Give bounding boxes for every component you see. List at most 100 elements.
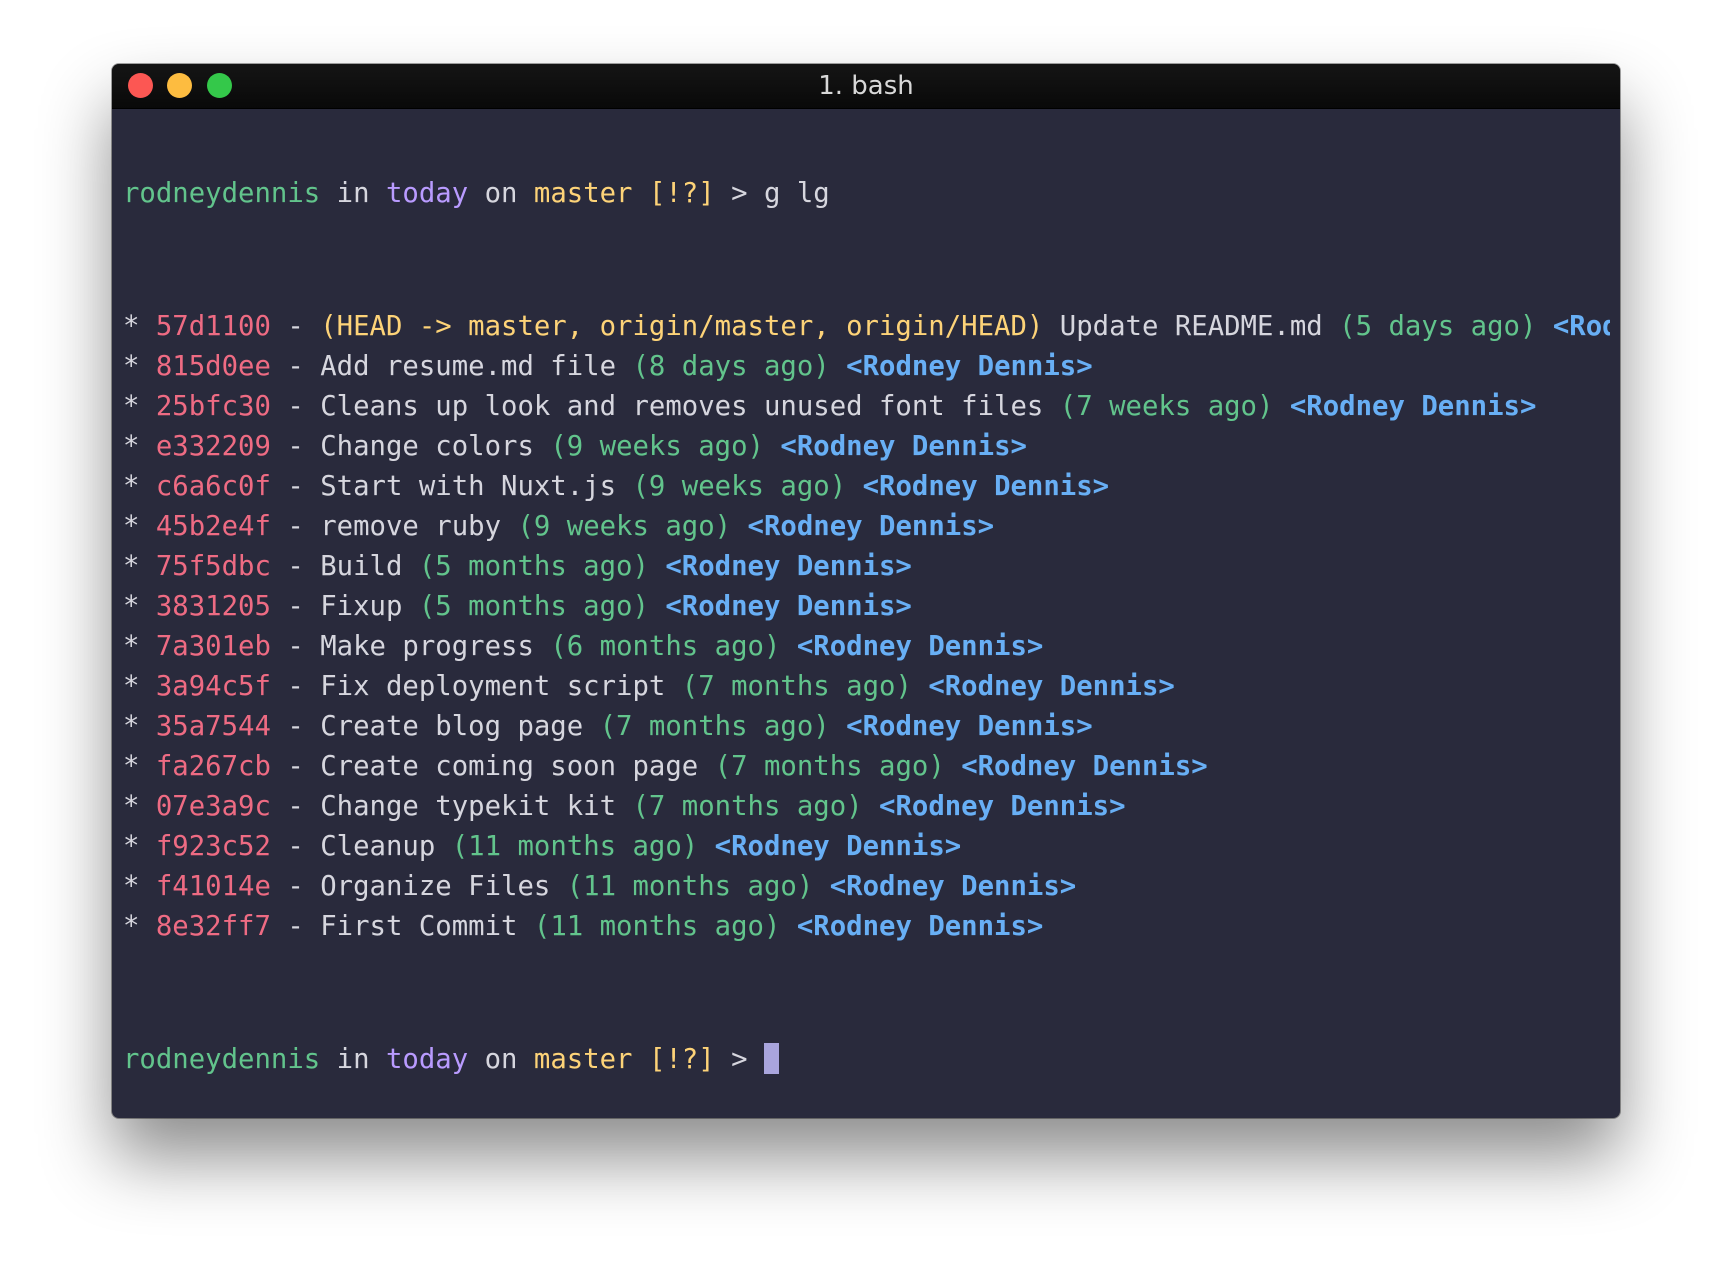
commit-date: (9 weeks ago) (550, 431, 764, 462)
commit-date: (5 months ago) (418, 591, 649, 622)
prompt-symbol: > (731, 1044, 748, 1075)
commit-hash: 815d0ee (155, 351, 271, 382)
commit-line: * f41014e - Organize Files (11 months ag… (123, 867, 1610, 907)
commit-author: <Rodney Dennis> (846, 351, 1093, 382)
commit-date: (7 months ago) (599, 711, 830, 742)
commit-hash: c6a6c0f (155, 471, 271, 502)
commit-bullet: * (123, 671, 140, 702)
commit-author: <Rodney Dennis> (879, 791, 1126, 822)
commit-date: (9 weeks ago) (632, 471, 847, 502)
commit-date: (7 weeks ago) (1059, 391, 1274, 422)
commit-separator: - (287, 351, 304, 382)
prompt-on: on (484, 1044, 518, 1075)
commit-hash: 07e3a9c (155, 791, 271, 822)
commit-separator: - (287, 751, 304, 782)
commit-date: (5 days ago) (1339, 311, 1537, 342)
commit-message: Organize Files (320, 871, 551, 902)
commit-bullet: * (123, 311, 140, 342)
commit-bullet: * (123, 351, 140, 382)
prompt-git-status: [!?] (648, 178, 715, 209)
commit-line: * c6a6c0f - Start with Nuxt.js (9 weeks … (123, 467, 1610, 507)
commit-line: * 57d1100 - (HEAD -> master, origin/mast… (123, 307, 1610, 347)
title-bar[interactable]: 1. bash (112, 64, 1620, 109)
commit-bullet: * (123, 391, 140, 422)
commit-line: * f923c52 - Cleanup (11 months ago) <Rod… (123, 827, 1610, 867)
commit-message: Cleans up look and removes unused font f… (320, 391, 1044, 422)
commit-separator: - (287, 671, 304, 702)
commit-line: * 7a301eb - Make progress (6 months ago)… (123, 627, 1610, 667)
commit-message: Create blog page (320, 711, 584, 742)
commit-hash: 35a7544 (155, 711, 271, 742)
commit-author: <Rodney Dennis> (796, 911, 1044, 942)
text-cursor[interactable] (764, 1043, 779, 1074)
commit-line: * 25bfc30 - Cleans up look and removes u… (123, 387, 1610, 427)
git-log-output: * 57d1100 - (HEAD -> master, origin/mast… (123, 307, 1610, 947)
commit-author: <Rodney Dennis> (665, 591, 912, 622)
commit-separator: - (287, 791, 304, 822)
prompt-git-status: [!?] (648, 1044, 715, 1075)
commit-separator: - (287, 631, 304, 662)
commit-date: (8 days ago) (632, 351, 830, 382)
commit-date: (5 months ago) (418, 551, 649, 582)
commit-message: remove ruby (320, 511, 502, 542)
commit-line: * 75f5dbc - Build (5 months ago) <Rodney… (123, 547, 1610, 587)
command-prompt-line: rodneydennis in today on master [!?] > g… (123, 174, 1610, 214)
commit-bullet: * (123, 631, 140, 662)
commit-date: (11 months ago) (566, 871, 814, 902)
commit-author: <Rodney Dennis> (846, 711, 1093, 742)
commit-hash: 57d1100 (155, 311, 271, 342)
prompt-directory: today (385, 178, 469, 209)
commit-line: * e332209 - Change colors (9 weeks ago) … (123, 427, 1610, 467)
commit-line: * fa267cb - Create coming soon page (7 m… (123, 747, 1610, 787)
commit-message: Add resume.md file (320, 351, 617, 382)
prompt-user: rodneydennis (123, 178, 321, 209)
commit-message: Change colors (320, 431, 534, 462)
prompt-directory: today (385, 1044, 469, 1075)
terminal-output[interactable]: rodneydennis in today on master [!?] > g… (123, 112, 1610, 1118)
commit-message: Fix deployment script (320, 671, 666, 702)
commit-bullet: * (123, 831, 140, 862)
commit-separator: - (287, 311, 304, 342)
commit-message: First Commit (320, 911, 518, 942)
commit-message: Update README.md (1059, 311, 1323, 342)
commit-separator: - (287, 431, 304, 462)
commit-bullet: * (123, 711, 140, 742)
commit-bullet: * (123, 551, 140, 582)
prompt-in: in (336, 178, 370, 209)
commit-separator: - (287, 511, 304, 542)
commit-hash: 25bfc30 (155, 391, 271, 422)
prompt-user: rodneydennis (123, 1044, 321, 1075)
commit-separator: - (287, 391, 304, 422)
commit-author: <Rodney Dennis> (928, 671, 1175, 702)
commit-bullet: * (123, 751, 140, 782)
commit-bullet: * (123, 871, 140, 902)
commit-separator: - (287, 591, 304, 622)
commit-author: <Rodney Dennis> (829, 871, 1077, 902)
active-prompt-line[interactable]: rodneydennis in today on master [!?] > (123, 1040, 1610, 1080)
prompt-command: g lg (764, 178, 830, 209)
prompt-in: in (336, 1044, 370, 1075)
commit-date: (9 weeks ago) (517, 511, 732, 542)
window-title: 1. bash (818, 71, 914, 101)
commit-hash: 7a301eb (155, 631, 271, 662)
commit-hash: 75f5dbc (155, 551, 271, 582)
commit-author: <Rodney Dennis> (796, 631, 1044, 662)
commit-bullet: * (123, 511, 140, 542)
commit-bullet: * (123, 591, 140, 622)
commit-bullet: * (123, 471, 140, 502)
commit-separator: - (287, 831, 304, 862)
commit-separator: - (287, 871, 304, 902)
commit-line: * 3a94c5f - Fix deployment script (7 mon… (123, 667, 1610, 707)
terminal-window: 1. bash rodneydennis in today on master … (112, 64, 1620, 1118)
commit-line: * 07e3a9c - Change typekit kit (7 months… (123, 787, 1610, 827)
commit-line: * 815d0ee - Add resume.md file (8 days a… (123, 347, 1610, 387)
prompt-symbol: > (731, 178, 748, 209)
commit-author: <Rod> (1552, 311, 1610, 342)
commit-date: (7 months ago) (632, 791, 863, 822)
commit-separator: - (287, 551, 304, 582)
commit-bullet: * (123, 911, 140, 942)
commit-hash: fa267cb (155, 751, 271, 782)
commit-author: <Rodney Dennis> (961, 751, 1208, 782)
commit-date: (7 months ago) (681, 671, 912, 702)
commit-hash: 8e32ff7 (155, 911, 271, 942)
